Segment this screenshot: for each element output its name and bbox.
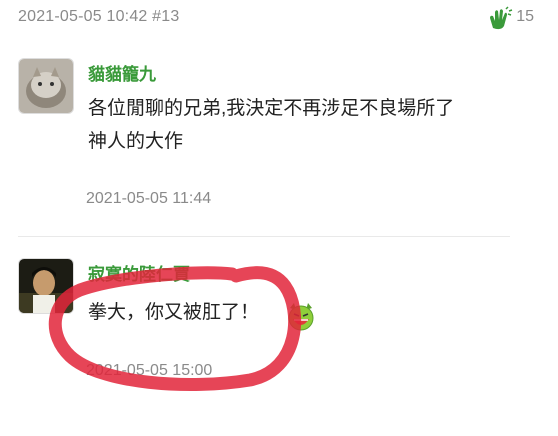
comment-body: 各位閒聊的兄弟,我決定不再涉足不良場所了 神人的大作	[88, 92, 454, 158]
comment: 貓貓籠九 各位閒聊的兄弟,我決定不再涉足不良場所了 神人的大作 2021-05-…	[18, 58, 518, 218]
post-meta: 2021-05-05 10:42 #13	[18, 8, 180, 25]
clapping-hands-icon[interactable]	[487, 6, 513, 32]
comment-author[interactable]: 貓貓籠九	[88, 60, 156, 85]
comment-time: 2021-05-05 15:00	[86, 362, 213, 379]
divider	[18, 236, 510, 237]
devil-grin-emoji	[288, 303, 314, 331]
comment-time: 2021-05-05 11:44	[86, 190, 212, 207]
comment-line: 各位閒聊的兄弟,我決定不再涉足不良場所了	[88, 98, 455, 119]
comment-line: 神人的大作	[88, 131, 184, 152]
avatar[interactable]	[18, 58, 74, 114]
comment: 寂寞的陸仁賈 拳大，你又被肛了！ 2021-05-05 15:00	[18, 258, 518, 398]
comment-line: 拳大，你又被肛了！	[88, 302, 260, 323]
comment-body: 拳大，你又被肛了！	[88, 296, 259, 329]
post-header: 2021-05-05 10:42 #13 15	[18, 6, 538, 32]
clap-count: 15	[516, 8, 534, 25]
avatar[interactable]	[18, 258, 74, 314]
comment-author[interactable]: 寂寞的陸仁賈	[88, 260, 190, 285]
